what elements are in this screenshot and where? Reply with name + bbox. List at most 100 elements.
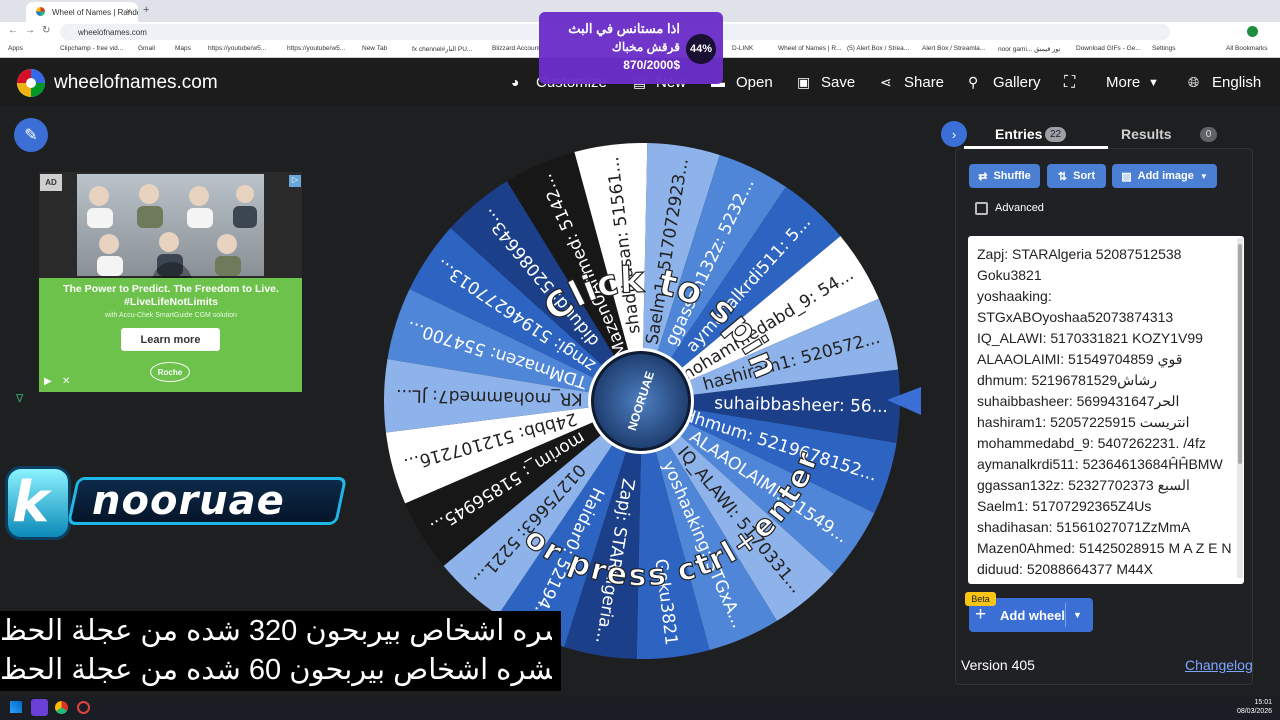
nav-open[interactable]: Open [736, 74, 773, 91]
entry-line: hashiram1: 52057225915 انتريست [977, 414, 1190, 430]
entry-line: aymanalkrdi511: 52364613684ĤĤBMW [977, 456, 1223, 472]
wheel-logo-icon[interactable] [16, 68, 46, 98]
share-icon[interactable]: ⋖ [880, 74, 892, 91]
add-wheel-label: Add wheel [1000, 608, 1066, 623]
entry-line: Saelm1: 51707292365Z4Us [977, 498, 1152, 514]
entries-tab-underline [964, 146, 1108, 149]
taskbar [0, 697, 1280, 720]
results-count-badge: 0 [1200, 127, 1217, 142]
nav-save[interactable]: Save [821, 74, 855, 91]
ad-play-icon[interactable]: ▶ [44, 376, 52, 387]
browser-tab[interactable]: Wheel of Names | Random na × [26, 2, 138, 22]
taskbar-app2-icon[interactable] [77, 701, 90, 714]
entries-textarea[interactable]: Zapj: STARAlgeria 52087512538 Goku3821 yos… [968, 236, 1244, 584]
bookmark-item[interactable]: Settings [1152, 45, 1176, 52]
palette-icon[interactable]: ◕ [511, 74, 519, 90]
advanced-label: Advanced [995, 202, 1044, 214]
nav-share[interactable]: Share [904, 74, 944, 91]
wheel-pointer-icon [887, 387, 921, 415]
entry-line: ALAAOLAIMI: 51549704859 قوي [977, 351, 1183, 367]
search-icon[interactable]: ⚲ [968, 74, 978, 91]
reload-icon[interactable]: ↻ [42, 25, 50, 36]
bookmark-item[interactable]: Wheel of Names | R... [778, 45, 841, 52]
forward-icon[interactable]: → [25, 25, 35, 36]
bookmark-item[interactable]: https://youtube/w5... [208, 45, 266, 52]
add-wheel-divider [1065, 603, 1066, 627]
changelog-link[interactable]: Changelog [1185, 657, 1253, 673]
ad-brand-logo: Roche [150, 362, 190, 382]
add-wheel-chevron-icon[interactable]: ▼ [1073, 610, 1082, 620]
image-icon: ▨ [1121, 170, 1132, 183]
ad-choices-icon[interactable]: ▷ [289, 175, 301, 187]
bookmark-item[interactable]: Alert Box / Streamla... [922, 45, 985, 52]
ad-people-image [87, 184, 257, 276]
entries-count-badge: 22 [1045, 127, 1066, 142]
bookmark-item[interactable]: D-LINK [732, 45, 753, 52]
caption-line-1: عشره اشخاص بيربحون 320 شده من عجلة الحظ [0, 615, 552, 647]
ad-badge: AD [40, 174, 62, 191]
advanced-checkbox[interactable] [975, 202, 988, 215]
bookmark-item[interactable]: All Bookmarks [1226, 45, 1268, 52]
back-icon[interactable]: ← [8, 25, 18, 36]
goal-title: اذا مستانس في البث [568, 21, 680, 36]
bookmark-item[interactable]: Blizzard Account [492, 45, 540, 52]
wheel-slice-label: KR_mohammed7: JL... [396, 385, 583, 409]
nav-language[interactable]: English [1212, 74, 1261, 91]
tab-results[interactable]: Results [1121, 126, 1172, 142]
sort-label: Sort [1073, 170, 1096, 182]
goal-amount: 870/2000$ [623, 58, 680, 72]
site-name[interactable]: wheelofnames.com [54, 72, 218, 94]
windows-start-icon[interactable] [10, 701, 22, 713]
bookmark-item[interactable]: Download GIFs - Ge... [1076, 45, 1141, 52]
add-image-label: Add image [1137, 170, 1194, 182]
bookmark-item[interactable]: New Tab [362, 45, 387, 52]
bookmark-item[interactable]: Apps [8, 45, 23, 52]
taskbar-date: 08/03/2026 [1236, 708, 1272, 715]
shuffle-button[interactable]: ⇄ Shuffle [969, 164, 1040, 188]
nav-more[interactable]: More [1106, 74, 1140, 91]
taskbar-app-icon[interactable] [31, 699, 48, 716]
chevron-down-icon[interactable]: ▼ [1148, 77, 1159, 89]
new-tab-icon[interactable]: + [143, 4, 149, 16]
bookmark-item[interactable]: Gmail [138, 45, 155, 52]
entry-line: Mazen0Ahmed: 51425028915 M A Z E N [977, 540, 1232, 556]
tab-close-icon[interactable]: × [126, 6, 131, 16]
bookmark-item[interactable]: https://youtube/w5... [287, 45, 345, 52]
entry-line: Goku3821 [977, 267, 1042, 283]
bookmark-item[interactable]: fx chennel#النار PU... [412, 45, 472, 53]
ad-feedback-icon[interactable]: ∇ [16, 392, 23, 405]
bookmark-item[interactable]: Clipchamp - free vid... [60, 45, 123, 52]
caption-line-2: عشره اشخاص بيربحون 60 شده من عجلة الحظ [0, 654, 552, 686]
chevron-down-icon: ▼ [1199, 171, 1208, 181]
channel-logo-k: k [12, 470, 50, 535]
shuffle-label: Shuffle [993, 170, 1031, 182]
edit-pencil-icon[interactable]: ✎ [14, 118, 48, 152]
ad-subtext: with Accu-Chek SmartGuide CGM solution [105, 312, 237, 319]
taskbar-time: 15:01 [1254, 699, 1272, 706]
bookmark-item[interactable]: (5) Alert Box / Strea... [847, 45, 909, 52]
floppy-icon[interactable]: ▣ [797, 74, 810, 91]
fullscreen-icon[interactable]: ⛶ [1064, 74, 1075, 92]
entry-line: Zapj: STARAlgeria 52087512538 [977, 246, 1182, 262]
bookmark-item[interactable]: Maps [175, 45, 191, 52]
entry-line: dhmum: 52196781529رشاش [977, 372, 1157, 388]
tab-entries[interactable]: Entries [995, 126, 1042, 142]
chrome-taskbar-icon[interactable] [55, 701, 68, 714]
entries-scrollbar-thumb[interactable] [1238, 244, 1242, 464]
entry-line: shadihasan: 51561027071ZzMmA [977, 519, 1191, 535]
profile-avatar[interactable] [1247, 26, 1258, 37]
entry-line: mohammedabd_9: 5407262231. /4fz [977, 435, 1206, 451]
sort-button[interactable]: ⇅ Sort [1047, 164, 1106, 188]
version-label: Version 405 [961, 657, 1035, 673]
globe-icon[interactable]: 🌐︎ [1188, 74, 1199, 91]
beta-badge: Beta [965, 592, 996, 606]
entry-line: STGxABOyoshaa52073874313 [977, 309, 1174, 325]
entry-line: diduud: 52088664377 M44X [977, 561, 1153, 577]
ad-learn-more-button[interactable]: Learn more [121, 328, 220, 351]
collapse-panel-icon[interactable]: › [941, 121, 967, 147]
add-image-button[interactable]: ▨ Add image ▼ [1112, 164, 1217, 188]
bookmark-item[interactable]: noor gami... نور قيمنق [998, 45, 1060, 53]
nav-gallery[interactable]: Gallery [993, 74, 1041, 91]
sort-icon: ⇅ [1057, 170, 1068, 183]
ad-mute-icon[interactable]: ✕ [62, 376, 70, 387]
